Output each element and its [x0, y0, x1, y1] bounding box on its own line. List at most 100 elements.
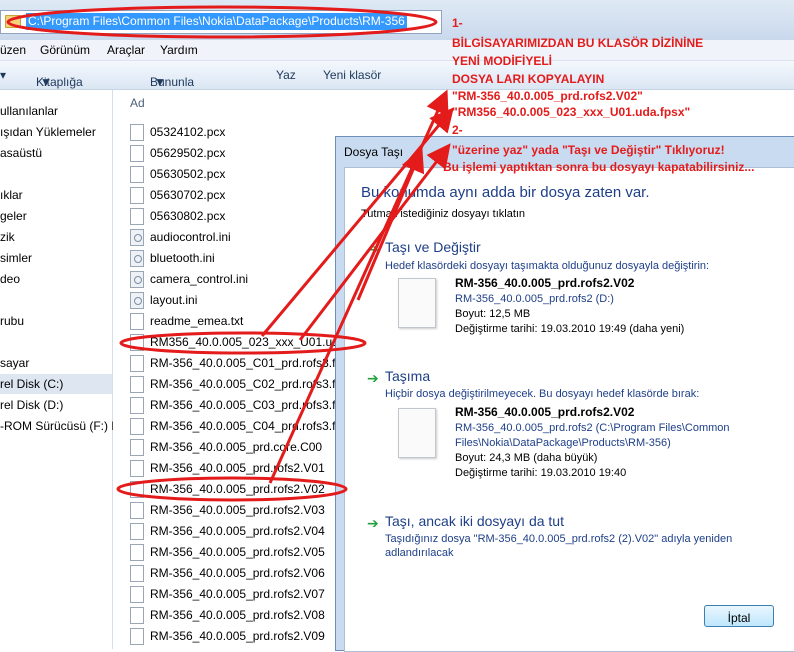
file-name: RM-356_40.0.005_C04_prd.rofs3.fpsx — [150, 419, 355, 433]
settings-file-icon — [130, 229, 144, 246]
option3-desc-line2: adlandırılacak — [385, 547, 454, 559]
document-icon — [398, 278, 436, 328]
chevron-down-icon: ▼ — [40, 75, 52, 89]
nav-item-library[interactable]: ıklar — [0, 188, 23, 202]
file-name: 05630502.pcx — [150, 167, 226, 181]
dialog-subheading: Tutmak istediğiniz dosyayı tıklatın — [361, 208, 526, 220]
file-name: RM-356_40.0.005_prd.core.C00 — [150, 440, 323, 454]
nav-item-recent[interactable]: ullanılanlar — [0, 104, 58, 118]
menu-edit[interactable]: üzen — [0, 43, 26, 57]
option2-location-line1: RM-356_40.0.005_prd.rofs2 (C:\Program Fi… — [455, 422, 730, 434]
nav-item-desktop[interactable]: asaüstü — [0, 146, 42, 160]
settings-file-icon — [130, 250, 144, 267]
annotation-line7: 2- — [452, 123, 463, 137]
option1-file-info: RM-356_40.0.005_prd.rofs2.V02 RM-356_40.… — [455, 276, 684, 337]
file-name: bluetooth.ini — [150, 251, 215, 265]
option1-size: Boyut: 12,5 MB — [455, 308, 531, 320]
file-icon — [130, 565, 144, 582]
file-name: camera_control.ini — [150, 272, 249, 286]
green-arrow-icon: ➔ — [367, 241, 379, 257]
address-path[interactable]: C:\Program Files\Common Files\Nokia\Data… — [26, 13, 407, 30]
nav-item-downloads[interactable]: ışıdan Yüklemeler — [0, 125, 96, 139]
file-name: layout.ini — [150, 293, 198, 307]
file-name: RM-356_40.0.005_prd.rofs2.V06 — [150, 566, 325, 580]
settings-file-icon — [130, 292, 144, 309]
option1-location: RM-356_40.0.005_prd.rofs2 (D:) — [455, 293, 614, 305]
dialog-heading: Bu konumda aynı adda bir dosya zaten var… — [361, 184, 650, 201]
file-icon — [130, 418, 144, 435]
file-icon — [130, 124, 144, 141]
option-keep-both[interactable]: Taşı, ancak iki dosyayı da tut — [385, 513, 564, 529]
file-name: RM-356_40.0.005_C02_prd.rofs3.fpsx — [150, 377, 355, 391]
nav-item-disk-c[interactable]: rel Disk (C:) — [0, 374, 112, 394]
file-icon — [130, 544, 144, 561]
chevron-down-icon: ▼ — [154, 75, 166, 89]
file-icon — [130, 460, 144, 477]
nav-item-disk-d[interactable]: rel Disk (D:) — [0, 398, 63, 412]
annotation-line2: BİLGİSAYARIMIZDAN BU KLASÖR DİZİNİNE — [452, 36, 704, 50]
option1-filename: RM-356_40.0.005_prd.rofs2.V02 — [455, 276, 635, 290]
dialog-title: Dosya Taşı — [344, 145, 404, 159]
file-icon — [130, 313, 144, 330]
option-dont-move[interactable]: Taşıma — [385, 368, 430, 384]
annotation-line4: DOSYA LARI KOPYALAYIN — [452, 72, 605, 86]
file-name: RM-356_40.0.005_prd.rofs2.V05 — [150, 545, 325, 559]
settings-file-icon — [130, 271, 144, 288]
nav-item-computer[interactable]: sayar — [0, 356, 29, 370]
move-file-dialog: Dosya Taşı Bu konumda aynı adda bir dosy… — [335, 136, 794, 652]
option2-date: Değiştirme tarihi: 19.03.2010 19:40 — [455, 467, 627, 479]
file-icon — [130, 166, 144, 183]
nav-item-pictures[interactable]: simler — [0, 251, 32, 265]
menu-tools[interactable]: Araçlar — [107, 43, 145, 57]
file-icon — [130, 208, 144, 225]
option-dont-move-desc: Hiçbir dosya değiştirilmeyecek. Bu dosya… — [385, 388, 700, 400]
document-icon — [398, 408, 436, 458]
nav-item-homegroup[interactable]: rubu — [0, 314, 24, 328]
file-icon — [130, 187, 144, 204]
annotation-line8: "üzerine yaz" yada "Taşı ve Değiştir" Tı… — [452, 143, 725, 157]
toolbar-overflow-caret[interactable]: ▾ — [0, 68, 6, 82]
file-name: RM-356_40.0.005_prd.rofs2.V03 — [150, 503, 325, 517]
toolbar: ▾ Kitaplığa ekle▼ Bununla paylaş▼ Yaz Ye… — [0, 61, 794, 103]
file-name: 05324102.pcx — [150, 125, 226, 139]
file-name: 05630702.pcx — [150, 188, 226, 202]
file-icon — [130, 586, 144, 603]
file-name: RM-356_40.0.005_prd.rofs2.V02 — [150, 482, 325, 496]
nav-item-videos[interactable]: deo — [0, 272, 20, 286]
file-name: audiocontrol.ini — [150, 230, 231, 244]
menu-view[interactable]: Görünüm — [40, 43, 90, 57]
column-header-name[interactable]: Ad — [130, 96, 145, 110]
option-keep-both-desc: Taşıdığınız dosya "RM-356_40.0.005_prd.r… — [385, 532, 732, 560]
nav-item-music[interactable]: zik — [0, 230, 15, 244]
option3-desc-line1: Taşıdığınız dosya "RM-356_40.0.005_prd.r… — [385, 533, 733, 545]
menu-help[interactable]: Yardım — [160, 43, 198, 57]
option1-date: Değiştirme tarihi: 19.03.2010 19:49 (dah… — [455, 323, 685, 335]
new-folder-button[interactable]: Yeni klasör — [323, 68, 381, 82]
file-icon — [130, 628, 144, 645]
nav-item-dvd-drive[interactable]: -ROM Sürücüsü (F:) E — [0, 419, 119, 433]
burn-button[interactable]: Yaz — [276, 68, 296, 82]
annotation-line1: 1- — [452, 16, 463, 30]
folder-icon — [5, 15, 21, 28]
green-arrow-icon: ➔ — [367, 515, 379, 531]
file-name: RM-356_40.0.005_prd.rofs2.V08 — [150, 608, 325, 622]
dialog-body: Bu konumda aynı adda bir dosya zaten var… — [344, 167, 794, 652]
nav-item-documents[interactable]: geler — [0, 209, 27, 223]
file-name: RM-356_40.0.005_prd.rofs2.V01 — [150, 461, 325, 475]
file-name: RM-356_40.0.005_C01_prd.rofs3.fpsx — [150, 356, 355, 370]
file-icon — [130, 523, 144, 540]
address-bar: C:\Program Files\Common Files\Nokia\Data… — [0, 0, 794, 40]
file-icon — [130, 355, 144, 372]
option-move-replace-desc: Hedef klasördeki dosyayı taşımakta olduğ… — [385, 260, 710, 272]
file-name: 05630802.pcx — [150, 209, 226, 223]
file-icon — [130, 397, 144, 414]
file-icon — [130, 607, 144, 624]
address-input[interactable]: C:\Program Files\Common Files\Nokia\Data… — [0, 10, 442, 34]
cancel-button[interactable]: İptal — [704, 605, 774, 627]
annotation-line3: YENİ MODİFİYELİ — [452, 54, 553, 68]
file-icon — [130, 481, 144, 498]
file-name: RM-356_40.0.005_C03_prd.rofs3.fpsx — [150, 398, 355, 412]
file-name: RM-356_40.0.005_prd.rofs2.V04 — [150, 524, 325, 538]
file-name: 05629502.pcx — [150, 146, 226, 160]
option-move-replace[interactable]: Taşı ve Değiştir — [385, 239, 481, 255]
